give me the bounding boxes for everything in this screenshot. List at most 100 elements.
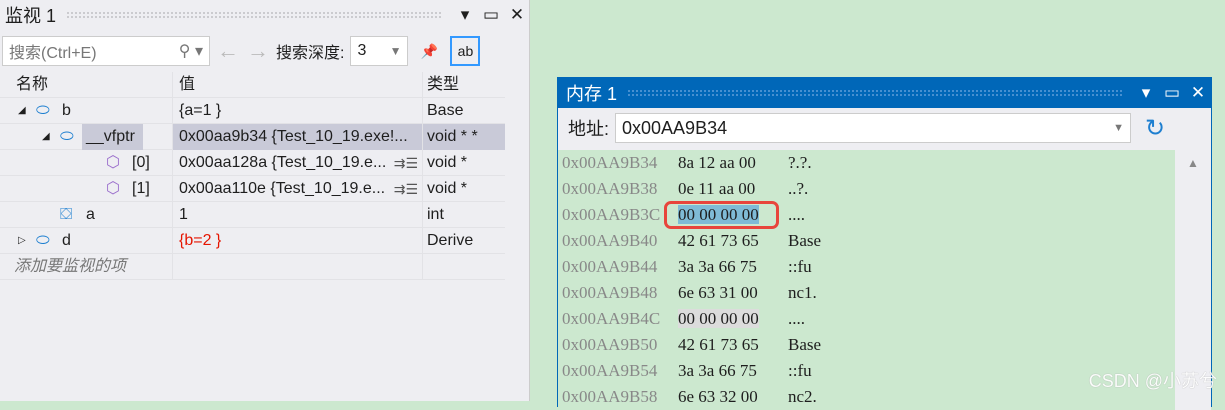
visualizer-icon[interactable]: ⇉☰ (394, 176, 418, 202)
memory-address: 0x00AA9B40 (562, 231, 658, 250)
watch-title: 监视 1 (5, 6, 57, 26)
variable-name: a (86, 206, 95, 223)
value-cell[interactable]: {b=2 } (172, 228, 422, 254)
type-cell: Derive (422, 228, 505, 254)
bytes-text: 00 00 00 00 (678, 309, 759, 328)
watermark: CSDN @小苏兮 (1088, 371, 1217, 391)
collapse-icon[interactable]: ◢ (18, 98, 26, 124)
value-cell[interactable]: 1 (172, 202, 422, 228)
memory-bytes[interactable]: 42 61 73 65 (658, 332, 788, 358)
watch-row[interactable]: ◢ ⬭ __vfptr 0x00aa9b34 {Test_10_19.exe!.… (0, 124, 505, 150)
memory-bytes[interactable]: 0e 11 aa 00 (658, 176, 788, 202)
memory-window: 内存 1 ▾ ▭ ✕ 地址: 0x00AA9B34 ▼ ↻ 0x00AA9B34 … (557, 77, 1212, 410)
bytes-text: 3a 3a 66 75 (678, 361, 757, 380)
scroll-up-icon[interactable]: ▲ (1187, 156, 1199, 170)
memory-address: 0x00AA9B3C (562, 205, 661, 224)
value-cell[interactable]: 0x00aa128a {Test_10_19.e... ⇉☰ (172, 150, 422, 176)
type-cell: void * (422, 150, 505, 176)
bytes-text: 0e 11 aa 00 (678, 179, 756, 198)
search-icon[interactable]: ⚲ ▾ (179, 41, 203, 61)
watch-row[interactable]: ◢ ⬭ b {a=1 } Base (0, 98, 505, 124)
type-cell (422, 254, 505, 280)
memory-row[interactable]: 0x00AA9B34 8a 12 aa 00 ?.?. (558, 150, 1176, 176)
memory-bytes[interactable]: 42 61 73 65 (658, 228, 788, 254)
expand-icon[interactable]: ▷ (18, 228, 26, 254)
bytes-text: 8a 12 aa 00 (678, 153, 756, 172)
dropdown-icon[interactable]: ▾ (1133, 83, 1159, 103)
variable-value: {b=2 } (179, 232, 222, 249)
memory-address: 0x00AA9B44 (562, 257, 658, 276)
add-watch-item[interactable]: 添加要监视的项 (0, 254, 172, 280)
hex-display-icon[interactable]: ab (450, 36, 481, 66)
watch-title-bar: 监视 1 ▾ ▭ ✕ (0, 0, 530, 30)
memory-row[interactable]: 0x00AA9B4C 00 00 00 00 .... (558, 306, 1176, 332)
memory-address: 0x00AA9B34 (562, 153, 658, 172)
memory-address: 0x00AA9B50 (562, 335, 658, 354)
variable-value: 0x00aa128a {Test_10_19.e... (179, 154, 387, 171)
watch-grid: 名称 值 类型 ◢ ⬭ b {a=1 } Base ◢ ⬭ __vfptr 0x… (0, 72, 505, 280)
memory-bytes[interactable]: 8a 12 aa 00 (658, 150, 788, 176)
value-cell[interactable]: {a=1 } (172, 98, 422, 124)
value-cell[interactable]: 0x00aa9b34 {Test_10_19.exe!... (172, 124, 422, 150)
address-bar: 地址: 0x00AA9B34 ▼ ↻ (558, 108, 1211, 148)
maximize-icon[interactable]: ▭ (478, 5, 504, 25)
memory-row[interactable]: 0x00AA9B40 42 61 73 65 Base (558, 228, 1176, 254)
collapse-icon[interactable]: ◢ (42, 124, 50, 150)
column-value[interactable]: 值 (172, 72, 422, 98)
dropdown-icon[interactable]: ▾ (452, 5, 478, 25)
search-input[interactable]: 搜索(Ctrl+E) ⚲ ▾ (2, 36, 210, 66)
memory-bytes[interactable]: 3a 3a 66 75 (658, 358, 788, 384)
watch-window: 监视 1 ▾ ▭ ✕ 搜索(Ctrl+E) ⚲ ▾ ← → 搜索深度: 3 ▼ 📌… (0, 0, 530, 401)
name-cell: ◢ ⬭ __vfptr (0, 124, 172, 150)
memory-row[interactable]: 0x00AA9B3C 00 00 00 00 .... (558, 201, 1176, 229)
memory-bytes[interactable]: 3a 3a 66 75 (658, 254, 788, 280)
name-cell: ⬡ [1] (0, 176, 172, 202)
visualizer-icon[interactable]: ⇉☰ (394, 150, 418, 176)
memory-text: ..?. (788, 179, 809, 198)
drag-grip[interactable] (627, 89, 1123, 97)
name-cell: ⬡ [0] (0, 150, 172, 176)
search-placeholder: 搜索(Ctrl+E) (9, 45, 97, 62)
class-icon: ⬭ (36, 232, 50, 249)
column-type[interactable]: 类型 (422, 72, 505, 98)
address-input[interactable]: 0x00AA9B34 ▼ (615, 113, 1132, 143)
memory-row[interactable]: 0x00AA9B38 0e 11 aa 00 ..?. (558, 176, 1176, 202)
watch-row[interactable]: ⬡ [0] 0x00aa128a {Test_10_19.e... ⇉☰ void… (0, 150, 505, 176)
memory-address: 0x00AA9B48 (562, 283, 658, 302)
value-cell (172, 254, 422, 280)
memory-bytes[interactable]: 6e 63 31 00 (658, 280, 788, 306)
value-cell[interactable]: 0x00aa110e {Test_10_19.e... ⇉☰ (172, 176, 422, 202)
close-icon[interactable]: ✕ (504, 5, 530, 25)
forward-arrow-icon[interactable]: → (246, 38, 270, 64)
depth-value: 3 (357, 42, 367, 59)
memory-row[interactable]: 0x00AA9B44 3a 3a 66 75 ::fu (558, 254, 1176, 280)
memory-bytes[interactable]: 00 00 00 00 (658, 306, 788, 332)
back-arrow-icon[interactable]: ← (216, 38, 240, 64)
close-icon[interactable]: ✕ (1185, 83, 1211, 103)
memory-row[interactable]: 0x00AA9B54 3a 3a 66 75 ::fu (558, 358, 1176, 384)
watch-row[interactable]: ⬡ [1] 0x00aa110e {Test_10_19.e... ⇉☰ void… (0, 176, 505, 202)
name-cell: ▷ ⬭ d (0, 228, 172, 254)
memory-text: nc1. (788, 283, 817, 302)
variable-name: __vfptr (82, 124, 143, 150)
maximize-icon[interactable]: ▭ (1159, 83, 1185, 103)
memory-view: 0x00AA9B34 8a 12 aa 00 ?.?. 0x00AA9B38 0e… (558, 150, 1176, 410)
add-watch-row[interactable]: 添加要监视的项 (0, 254, 505, 280)
variable-name: [1] (132, 180, 150, 197)
watch-row[interactable]: ▷ ⬭ d {b=2 } Derive (0, 228, 505, 254)
memory-bytes[interactable]: 00 00 00 00 (658, 201, 788, 229)
type-cell: void * (422, 176, 505, 202)
column-name[interactable]: 名称 (0, 72, 172, 98)
drag-grip[interactable] (66, 11, 442, 19)
search-depth-select[interactable]: 3 ▼ (350, 36, 409, 66)
watch-row[interactable]: ⛋ a 1 int (0, 202, 505, 228)
memory-row[interactable]: 0x00AA9B50 42 61 73 65 Base (558, 332, 1176, 358)
refresh-icon[interactable]: ↻ (1137, 114, 1173, 143)
memory-row[interactable]: 0x00AA9B48 6e 63 31 00 nc1. (558, 280, 1176, 306)
memory-row[interactable]: 0x00AA9B58 6e 63 32 00 nc2. (558, 384, 1176, 410)
address-value: 0x00AA9B34 (622, 117, 728, 138)
pin-icon[interactable]: 📌 (414, 36, 444, 66)
variable-value: 0x00aa110e {Test_10_19.e... (179, 180, 386, 197)
memory-bytes[interactable]: 6e 63 32 00 (658, 384, 788, 410)
memory-title: 内存 1 (566, 84, 618, 104)
